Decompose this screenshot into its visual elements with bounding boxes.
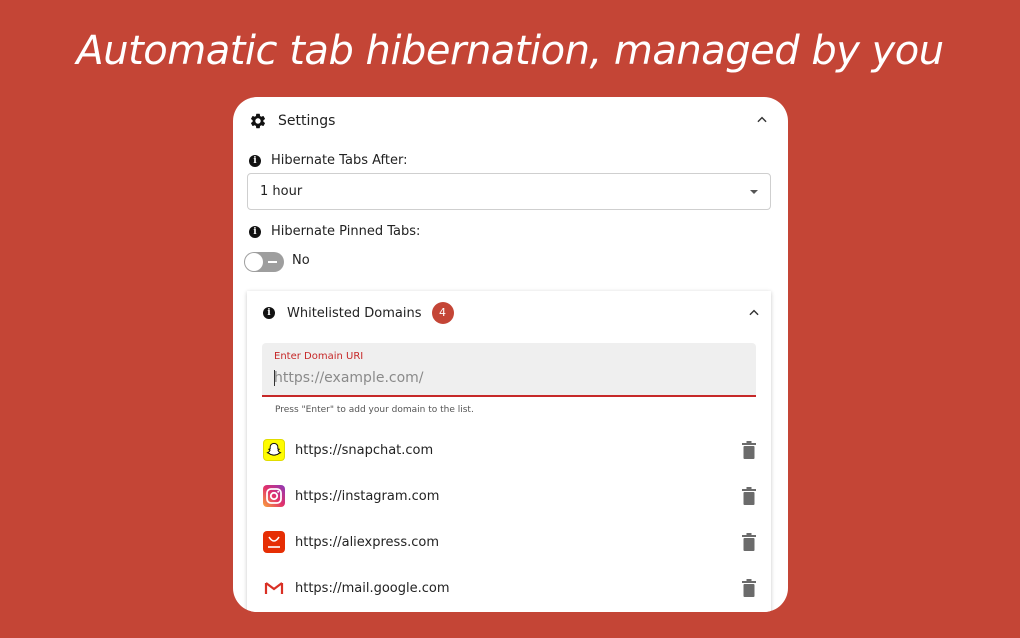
hibernate-after-select[interactable]: 1 hour [247, 173, 771, 210]
domain-input[interactable] [272, 367, 746, 389]
domain-input-label: Enter Domain URI [274, 351, 364, 362]
settings-panel: Settings i Hibernate Tabs After: 1 hour … [233, 97, 788, 612]
aliexpress-icon [263, 531, 285, 553]
pinned-label-row: i Hibernate Pinned Tabs: [249, 224, 420, 239]
toggle-off-mark [268, 261, 277, 263]
domain-url: https://snapchat.com [295, 442, 434, 458]
hibernate-after-label-row: i Hibernate Tabs After: [249, 153, 407, 168]
whitelist-card: i Whitelisted Domains 4 Enter Domain URI… [247, 291, 771, 612]
snapchat-icon [263, 439, 285, 461]
settings-header[interactable]: Settings [249, 108, 773, 134]
trash-icon[interactable] [741, 487, 757, 505]
settings-title: Settings [278, 113, 336, 129]
gmail-icon [263, 577, 285, 599]
pinned-tabs-value: No [292, 253, 310, 268]
whitelist-header[interactable]: i Whitelisted Domains 4 [263, 299, 763, 327]
domain-input-helper: Press "Enter" to add your domain to the … [275, 405, 474, 415]
domain-url: https://aliexpress.com [295, 534, 440, 550]
pinned-label: Hibernate Pinned Tabs: [271, 224, 421, 239]
trash-icon[interactable] [741, 579, 757, 597]
domain-input-field[interactable]: Enter Domain URI [262, 343, 756, 397]
page-headline: Automatic tab hibernation, managed by yo… [76, 28, 944, 74]
list-item: https://instagram.com [263, 481, 757, 511]
list-item: https://aliexpress.com [263, 527, 757, 557]
toggle-knob [245, 253, 263, 271]
trash-icon[interactable] [741, 533, 757, 551]
trash-icon[interactable] [741, 441, 757, 459]
caret-down-icon [750, 190, 758, 194]
whitelist-count-badge: 4 [431, 302, 454, 324]
list-item: https://snapchat.com [263, 435, 757, 465]
hibernate-after-label: Hibernate Tabs After: [271, 153, 408, 168]
list-item: https://mail.google.com [263, 573, 757, 603]
info-icon: i [249, 154, 261, 167]
domain-url: https://instagram.com [295, 488, 440, 504]
chevron-up-icon[interactable] [755, 113, 769, 127]
domain-url: https://mail.google.com [295, 580, 450, 596]
text-cursor [274, 370, 275, 386]
chevron-up-icon[interactable] [747, 306, 761, 320]
instagram-icon [263, 485, 285, 507]
pinned-tabs-toggle[interactable] [244, 252, 284, 272]
whitelist-title: Whitelisted Domains [287, 305, 422, 321]
info-icon: i [249, 225, 261, 238]
info-icon: i [263, 307, 275, 319]
gear-icon [250, 113, 266, 129]
hibernate-after-value: 1 hour [260, 184, 303, 199]
